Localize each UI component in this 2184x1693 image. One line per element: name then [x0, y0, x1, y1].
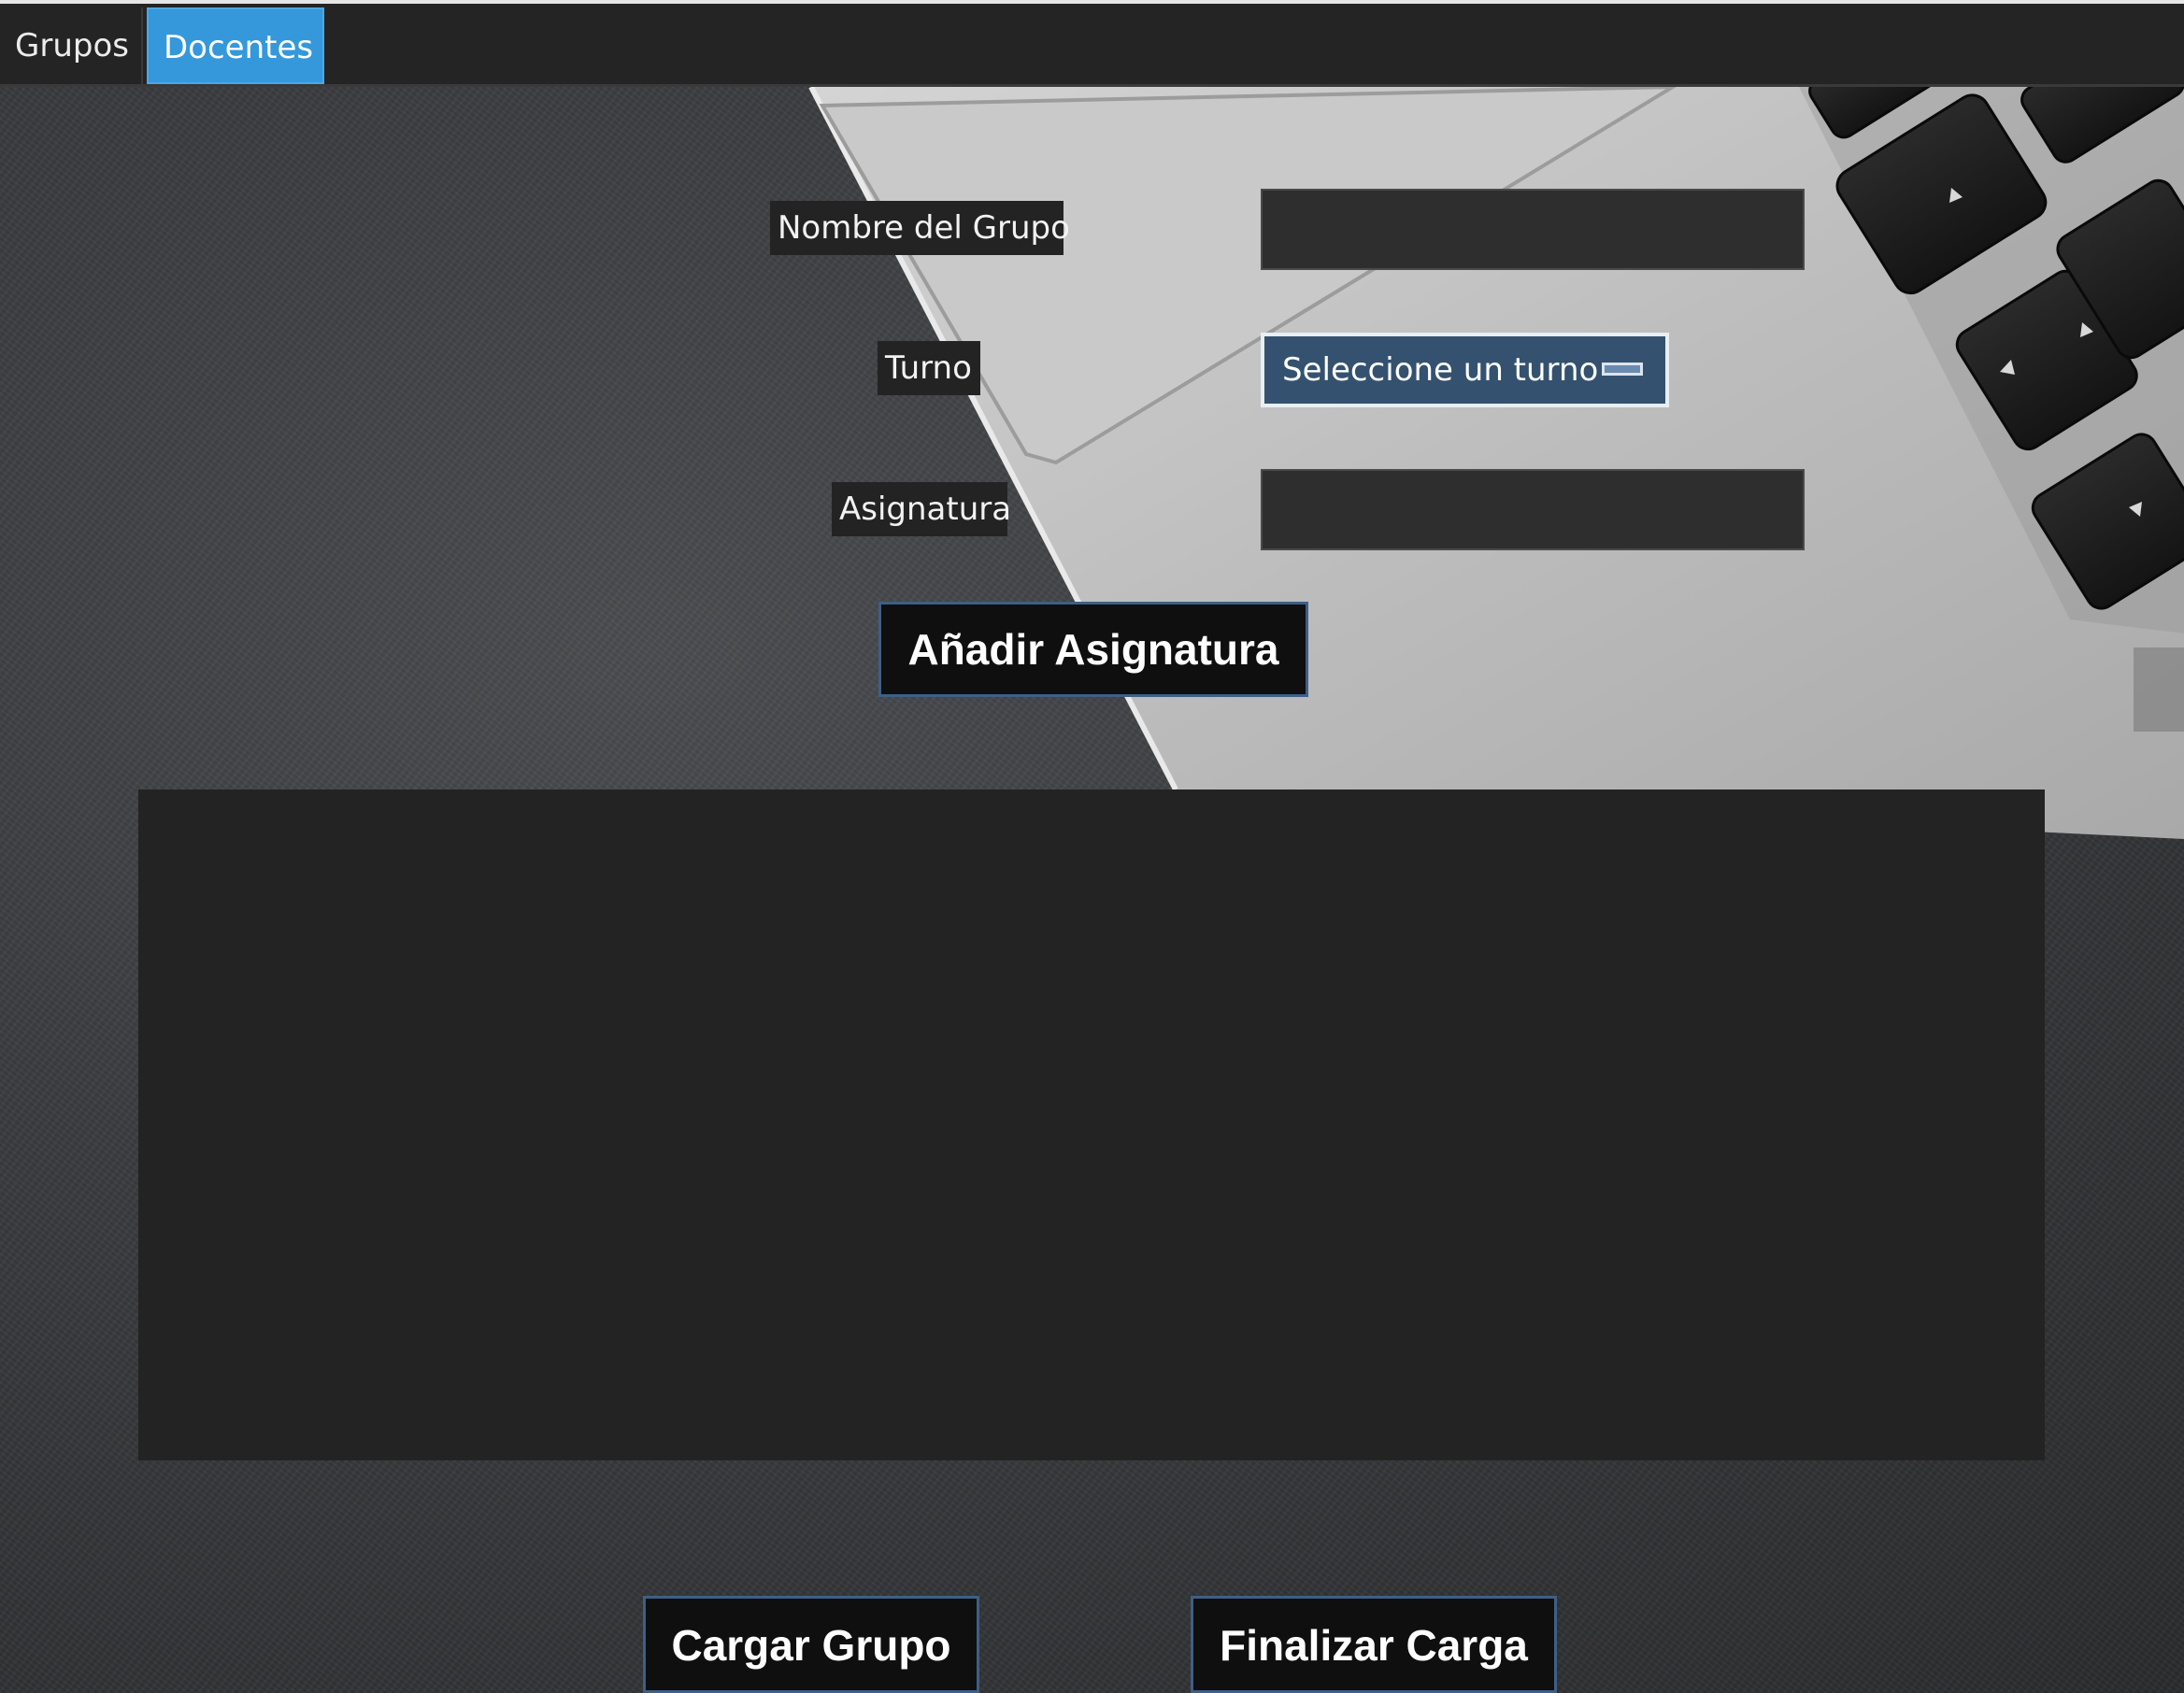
finalizar-carga-button[interactable]: Finalizar Carga — [1191, 1596, 1557, 1693]
tab-grupos[interactable]: Grupos — [0, 7, 143, 84]
cargar-grupo-button[interactable]: Cargar Grupo — [643, 1596, 979, 1693]
nombre-grupo-input[interactable] — [1261, 189, 1805, 270]
tab-docentes[interactable]: Docentes — [147, 7, 324, 84]
tab-bar: Grupos Docentes — [0, 0, 2184, 87]
nombre-grupo-label: Nombre del Grupo — [770, 201, 1070, 255]
anadir-asignatura-button[interactable]: Añadir Asignatura — [878, 602, 1308, 697]
turno-label: Turno — [878, 341, 980, 395]
asignatura-input[interactable] — [1261, 469, 1805, 550]
turno-select[interactable]: Seleccione un turno — [1261, 333, 1669, 407]
asignatura-label: Asignatura — [832, 482, 1011, 536]
asignaturas-list[interactable] — [138, 790, 2045, 1460]
dropdown-indicator-icon — [1602, 363, 1643, 376]
turno-select-value: Seleccione un turno — [1282, 351, 1599, 389]
app-window: Grupos Docentes Nombre del Grupo Turno S… — [0, 0, 2184, 1693]
